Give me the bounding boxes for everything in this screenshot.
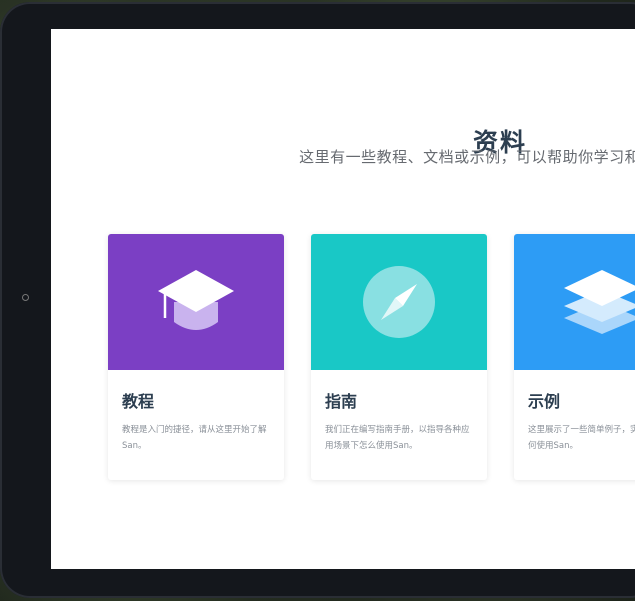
card-examples-title: 示例 — [528, 392, 561, 411]
compass-icon — [363, 266, 435, 338]
page-subtitle: 这里有一些教程、文档或示例，可以帮助你学习和使用San — [299, 148, 635, 166]
card-examples[interactable]: 示例 这里展示了一些简单例子，实际项目如何使用San。 — [514, 234, 635, 480]
card-guide-title: 指南 — [325, 392, 358, 411]
graduation-cap-icon — [158, 270, 234, 330]
tablet-screen: 资料 这里有一些教程、文档或示例，可以帮助你学习和使用San 教程 教程是入门的… — [51, 29, 635, 569]
card-guide[interactable]: 指南 我们正在编写指南手册，以指导各种应用场景下怎么使用San。 — [311, 234, 487, 480]
card-guide-description: 我们正在编写指南手册，以指导各种应用场景下怎么使用San。 — [325, 425, 470, 451]
layers-icon — [564, 270, 635, 334]
card-tutorial-banner — [108, 234, 284, 370]
camera-dot — [22, 294, 29, 301]
card-tutorial-description: 教程是入门的捷径，请从这里开始了解San。 — [122, 425, 267, 451]
card-tutorial-title: 教程 — [122, 392, 155, 411]
card-examples-banner — [514, 234, 635, 370]
card-tutorial[interactable]: 教程 教程是入门的捷径，请从这里开始了解San。 — [108, 234, 284, 480]
card-examples-description: 这里展示了一些简单例子，实际项目如何使用San。 — [528, 425, 635, 451]
card-guide-banner — [311, 234, 487, 370]
